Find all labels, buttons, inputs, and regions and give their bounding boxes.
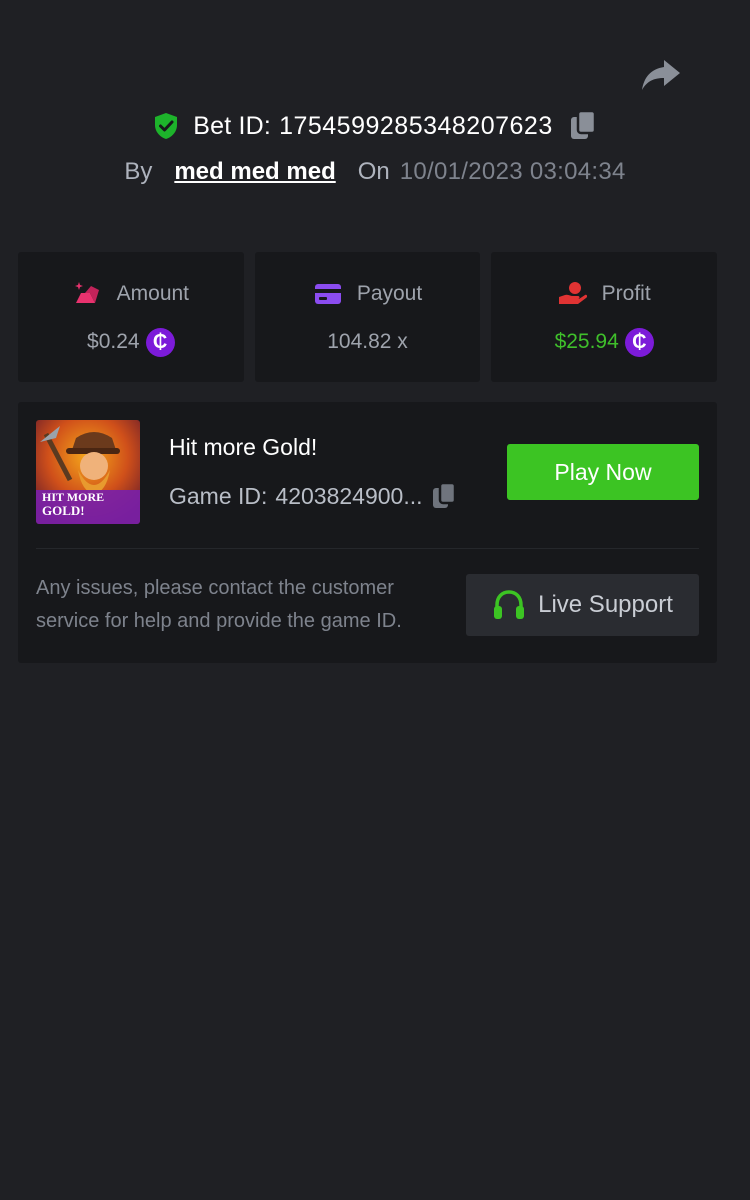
bet-id-value: 1754599285348207623 bbox=[279, 111, 553, 140]
bet-datetime: 10/01/2023 03:04:34 bbox=[399, 158, 626, 185]
amount-label: Amount bbox=[116, 282, 190, 305]
thumb-title-line2: GOLD! bbox=[42, 503, 85, 518]
bet-meta-row: By med med med On 10/01/2023 03:04:34 bbox=[0, 154, 750, 190]
live-support-label: Live Support bbox=[538, 591, 673, 618]
stat-card-amount: Amount $0.24 ₵ bbox=[18, 252, 244, 382]
by-label: By bbox=[124, 158, 153, 185]
stat-card-profit: Profit $25.94 ₵ bbox=[491, 252, 718, 382]
on-label: On bbox=[357, 158, 390, 185]
profit-label: Profit bbox=[601, 282, 651, 305]
card-icon bbox=[313, 281, 343, 307]
game-id-row: Game ID: 4203824900... bbox=[169, 480, 459, 512]
stat-card-payout: Payout 104.82 x bbox=[254, 252, 481, 382]
play-now-button[interactable]: Play Now bbox=[507, 444, 699, 500]
game-thumbnail[interactable]: HIT MORE GOLD! bbox=[36, 420, 140, 524]
coin-icon: ₵ bbox=[145, 327, 175, 357]
game-id-value: 4203824900... bbox=[275, 482, 423, 509]
bet-detail-page: Bet ID: 1754599285348207623 By med med m… bbox=[0, 0, 750, 1200]
thumb-title-line1: HIT MORE bbox=[42, 490, 104, 504]
hand-coin-icon bbox=[558, 281, 588, 307]
game-id-label: Game ID: bbox=[169, 482, 268, 509]
headset-icon bbox=[492, 589, 526, 621]
payout-label: Payout bbox=[356, 282, 423, 305]
coin-icon: ₵ bbox=[624, 327, 654, 357]
copy-bet-id-icon[interactable] bbox=[569, 109, 599, 143]
gold-bar-icon bbox=[73, 281, 103, 307]
bet-id-row: Bet ID: 1754599285348207623 bbox=[0, 106, 750, 146]
live-support-button[interactable]: Live Support bbox=[466, 574, 699, 636]
stats-row: Amount $0.24 ₵ Payout 104.82 x Profit $2… bbox=[18, 252, 718, 382]
bet-id-label: Bet ID: bbox=[193, 111, 272, 140]
copy-game-id-icon[interactable] bbox=[431, 481, 459, 511]
shield-check-icon bbox=[151, 111, 181, 141]
payout-value: 104.82 x bbox=[327, 330, 408, 353]
username-link[interactable]: med med med bbox=[174, 158, 335, 186]
divider bbox=[36, 548, 699, 549]
game-title[interactable]: Hit more Gold! bbox=[169, 434, 317, 461]
amount-value: $0.24 bbox=[87, 330, 140, 353]
share-icon[interactable] bbox=[640, 56, 682, 94]
support-message: Any issues, please contact the customer … bbox=[36, 577, 402, 632]
profit-value: $25.94 bbox=[554, 330, 619, 353]
game-panel: HIT MORE GOLD! Hit more Gold! Game ID: 4… bbox=[18, 402, 717, 663]
